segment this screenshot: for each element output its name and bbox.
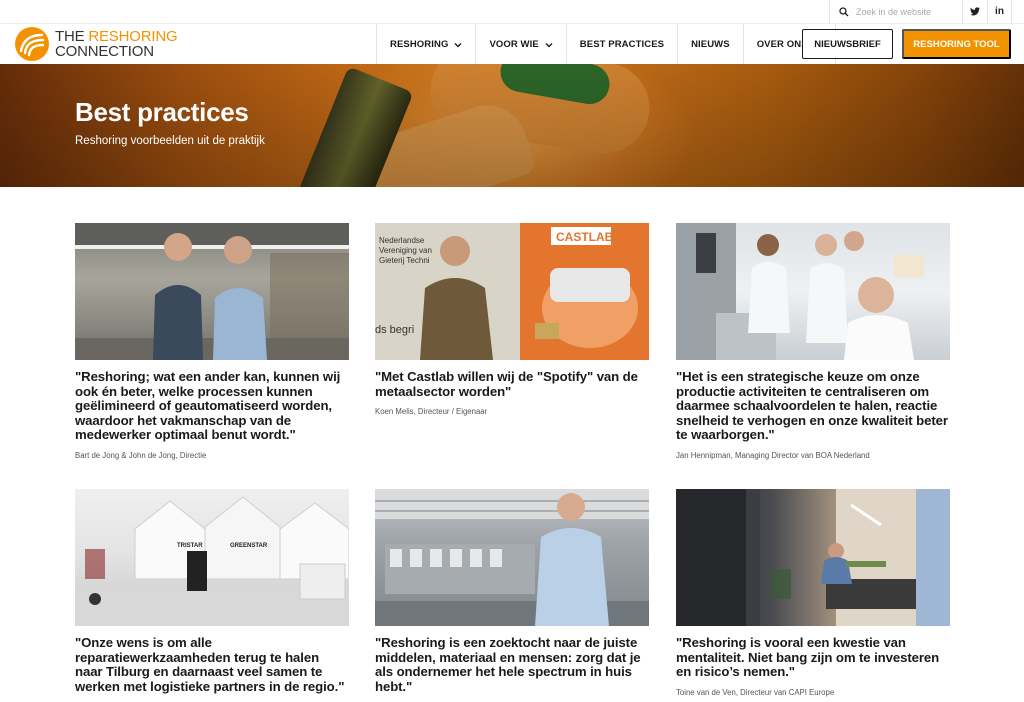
- twitter-icon[interactable]: [962, 0, 987, 23]
- card-author: Jan Hennipman, Managing Director van BOA…: [676, 450, 870, 460]
- best-practice-card[interactable]: Nederlandse Vereniging van Gieterij Tech…: [375, 223, 649, 416]
- card-author: Koen Melis, Directeur / Eigenaar: [375, 407, 488, 417]
- linkedin-icon[interactable]: in: [987, 0, 1012, 23]
- card-quote[interactable]: "Het is een strategische keuze om onze p…: [676, 369, 950, 443]
- card-image[interactable]: Nederlandse Vereniging van Gieterij Tech…: [375, 223, 649, 360]
- card-quote[interactable]: "Reshoring is een zoektocht naar de juis…: [375, 635, 649, 694]
- main-nav: RESHORING VOOR WIE BEST PRACTICES NIEUWS…: [376, 24, 836, 65]
- card-image[interactable]: [375, 489, 649, 626]
- svg-text:GREENSTAR: GREENSTAR: [230, 543, 268, 549]
- search-box[interactable]: [829, 0, 961, 23]
- newsletter-button[interactable]: NIEUWSBRIEF: [802, 29, 893, 59]
- card-author: Toine van de Ven, Directeur van CAPI Eur…: [676, 687, 835, 697]
- svg-text:Gieterij Techni: Gieterij Techni: [379, 256, 430, 265]
- logo-mark-icon: [15, 27, 49, 61]
- search-input[interactable]: [856, 6, 956, 17]
- best-practice-card[interactable]: "Reshoring is vooral een kwestie van men…: [676, 489, 950, 697]
- hero-banner: Best practices Reshoring voorbeelden uit…: [0, 64, 1024, 187]
- svg-text:Vereniging van: Vereniging van: [379, 246, 432, 255]
- logo[interactable]: THE RESHORING CONNECTION: [14, 26, 178, 62]
- reshoring-tool-button[interactable]: RESHORING TOOL: [902, 29, 1011, 59]
- nav-item-reshoring[interactable]: RESHORING: [376, 24, 475, 65]
- best-practice-card[interactable]: TRISTAR GREENSTAR "Onze wens is om alle …: [75, 489, 349, 702]
- card-image[interactable]: [676, 223, 950, 360]
- site-header: THE RESHORING CONNECTION RESHORING VOOR …: [0, 23, 1024, 65]
- banner-text-line1: Nederlandse: [379, 236, 425, 245]
- logo-text: THE RESHORING CONNECTION: [55, 28, 178, 60]
- nav-item-nieuws[interactable]: NIEUWS: [677, 24, 743, 65]
- card-image[interactable]: [676, 489, 950, 626]
- card-quote[interactable]: "Met Castlab willen wij de "Spotify" van…: [375, 369, 649, 399]
- best-practice-card[interactable]: "Reshoring; wat een ander kan, kunnen wi…: [75, 223, 349, 460]
- chevron-down-icon: [545, 42, 553, 47]
- card-quote[interactable]: "Onze wens is om alle reparatiewerkzaamh…: [75, 635, 349, 694]
- card-author: Bart de Jong & John de Jong, Directie: [75, 450, 207, 460]
- card-quote[interactable]: "Reshoring is vooral een kwestie van men…: [676, 635, 950, 680]
- svg-text:ds begri: ds begri: [375, 324, 414, 336]
- card-image[interactable]: [75, 223, 349, 360]
- nav-item-voor-wie[interactable]: VOOR WIE: [475, 24, 565, 65]
- card-quote[interactable]: "Reshoring; wat een ander kan, kunnen wi…: [75, 369, 349, 443]
- search-icon[interactable]: [836, 4, 852, 20]
- page-subtitle: Reshoring voorbeelden uit de praktijk: [75, 135, 265, 147]
- svg-text:CASTLAB: CASTLAB: [556, 230, 614, 244]
- nav-item-best-practices[interactable]: BEST PRACTICES: [565, 24, 677, 65]
- best-practice-card[interactable]: "Het is een strategische keuze om onze p…: [676, 223, 950, 460]
- best-practice-card[interactable]: "Reshoring is een zoektocht naar de juis…: [375, 489, 649, 702]
- svg-text:TRISTAR: TRISTAR: [177, 543, 203, 549]
- utility-bar: in: [0, 0, 1024, 23]
- page-title: Best practices: [75, 97, 249, 127]
- chevron-down-icon: [454, 42, 462, 47]
- card-image[interactable]: TRISTAR GREENSTAR: [75, 489, 349, 626]
